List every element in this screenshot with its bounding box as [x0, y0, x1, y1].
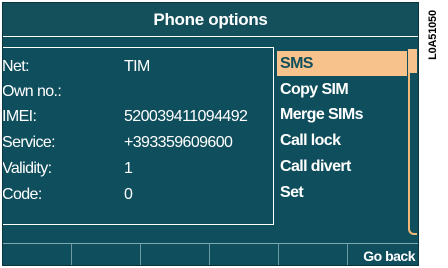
menu-scrollbar[interactable]	[408, 49, 417, 235]
info-row-validity: Validity: 1	[2, 160, 273, 184]
info-row-net: Net: TIM	[2, 58, 273, 82]
softkey-4[interactable]	[210, 244, 279, 265]
info-panel: Net: TIM Own no.: IMEI: 520039411094492 …	[2, 47, 274, 225]
info-label: Net:	[2, 58, 30, 75]
info-value: 1	[124, 160, 133, 177]
options-menu: SMS Copy SIM Merge SIMs Call lock Call d…	[277, 49, 418, 237]
info-value: +393359609600	[124, 134, 233, 151]
menu-item-call-divert[interactable]: Call divert	[277, 154, 407, 179]
menu-scroll-thumb[interactable]	[408, 49, 417, 73]
info-label: Own no.:	[2, 83, 62, 100]
screen-title: Phone options	[153, 9, 268, 29]
menu-item-sms[interactable]: SMS	[277, 51, 407, 76]
info-label: Service:	[2, 134, 56, 151]
menu-item-set[interactable]: Set	[277, 180, 407, 205]
info-value: TIM	[124, 58, 150, 75]
menu-item-merge-sims[interactable]: Merge SIMs	[277, 102, 407, 127]
phone-screen: Phone options Net: TIM Own no.: IMEI: 52…	[2, 2, 419, 266]
info-label: Validity:	[2, 160, 52, 177]
softkey-2[interactable]	[72, 244, 141, 265]
info-row-own-number: Own no.:	[2, 83, 273, 107]
softkey-bar: Go back	[3, 243, 418, 265]
figure-code: L0A51050	[421, 2, 445, 68]
title-bar: Phone options	[3, 3, 418, 37]
info-row-service: Service: +393359609600	[2, 134, 273, 158]
info-row-imei: IMEI: 520039411094492	[2, 108, 273, 132]
info-value: 0	[124, 186, 133, 203]
softkey-1[interactable]	[3, 244, 72, 265]
go-back-button[interactable]: Go back	[348, 244, 418, 265]
info-label: IMEI:	[2, 108, 37, 125]
softkey-3[interactable]	[141, 244, 210, 265]
menu-item-call-lock[interactable]: Call lock	[277, 128, 407, 153]
info-label: Code:	[2, 186, 42, 203]
menu-item-copy-sim[interactable]: Copy SIM	[277, 77, 407, 102]
softkey-5[interactable]	[279, 244, 348, 265]
figure-code-text: L0A51050	[427, 10, 439, 60]
info-value: 520039411094492	[124, 108, 248, 125]
info-row-code: Code: 0	[2, 186, 273, 210]
